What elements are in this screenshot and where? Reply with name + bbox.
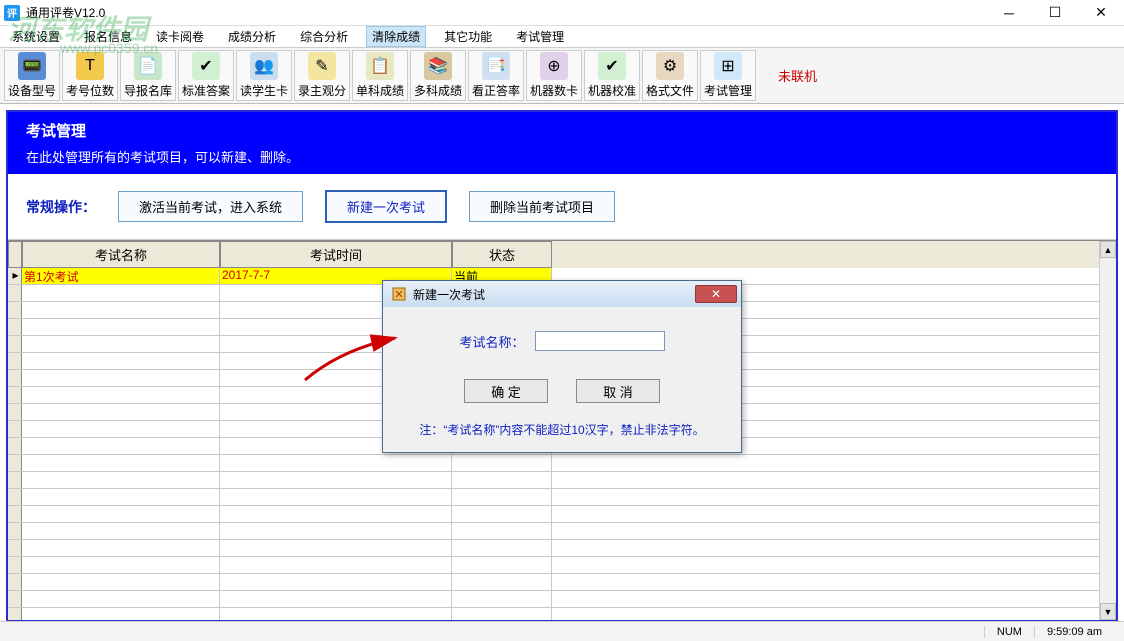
activate-exam-button[interactable]: 激活当前考试，进入系统 [118, 191, 303, 222]
toolbar-label: 机器校准 [588, 82, 636, 99]
toolbar-icon: 👥 [250, 52, 278, 80]
toolbar-button[interactable]: 📚 多科成绩 [410, 50, 466, 101]
toolbar-icon: ⊞ [714, 52, 742, 80]
toolbar-button[interactable]: ✔ 机器校准 [584, 50, 640, 101]
status-num: NUM [984, 626, 1034, 638]
dialog-icon [391, 286, 407, 302]
toolbar-button[interactable]: ⚙ 格式文件 [642, 50, 698, 101]
toolbar-label: 设备型号 [8, 82, 56, 99]
toolbar-label: 考试管理 [704, 82, 752, 99]
toolbar-label: 多科成绩 [414, 82, 462, 99]
grid-scrollbar[interactable]: ▲ ▼ [1099, 241, 1116, 620]
toolbar-label: 看正答率 [472, 82, 520, 99]
new-exam-button[interactable]: 新建一次考试 [325, 190, 447, 223]
app-icon: 评 [4, 5, 20, 21]
toolbar-icon: ✎ [308, 52, 336, 80]
toolbar-button[interactable]: ⊞ 考试管理 [700, 50, 756, 101]
toolbar-icon: 📄 [134, 52, 162, 80]
toolbar-button[interactable]: 📑 看正答率 [468, 50, 524, 101]
toolbar-icon: 📋 [366, 52, 394, 80]
table-row[interactable] [8, 523, 1116, 540]
status-bar: NUM 9:59:09 am [0, 621, 1124, 641]
table-row[interactable] [8, 506, 1116, 523]
menu-item[interactable]: 考试管理 [510, 26, 570, 47]
close-button[interactable]: ✕ [1078, 0, 1124, 26]
status-time: 9:59:09 am [1034, 626, 1114, 638]
table-row[interactable] [8, 489, 1116, 506]
toolbar-button[interactable]: 👥 读学生卡 [236, 50, 292, 101]
ops-label: 常规操作： [26, 197, 96, 217]
toolbar-icon: ✔ [192, 52, 220, 80]
menu-item[interactable]: 读卡阅卷 [150, 26, 210, 47]
toolbar-icon: 📑 [482, 52, 510, 80]
table-row[interactable] [8, 557, 1116, 574]
menu-item[interactable]: 成绩分析 [222, 26, 282, 47]
title-bar: 评 通用评卷V12.0 ─ ☐ ✕ [0, 0, 1124, 26]
toolbar-button[interactable]: ✔ 标准答案 [178, 50, 234, 101]
menu-item[interactable]: 系统设置 [6, 26, 66, 47]
col-time[interactable]: 考试时间 [220, 241, 452, 268]
menu-bar: 系统设置报名信息读卡阅卷成绩分析综合分析清除成绩其它功能考试管理 [0, 26, 1124, 48]
table-row[interactable] [8, 472, 1116, 489]
connection-status: 未联机 [770, 50, 825, 101]
toolbar-icon: ✔ [598, 52, 626, 80]
toolbar-label: 机器数卡 [530, 82, 578, 99]
toolbar-button[interactable]: 📟 设备型号 [4, 50, 60, 101]
menu-item[interactable]: 其它功能 [438, 26, 498, 47]
maximize-button[interactable]: ☐ [1032, 0, 1078, 26]
table-row[interactable] [8, 455, 1116, 472]
toolbar-label: 标准答案 [182, 82, 230, 99]
menu-item[interactable]: 报名信息 [78, 26, 138, 47]
cell-name: 第1次考试 [22, 268, 220, 284]
grid-header: 考试名称 考试时间 状态 [8, 241, 1116, 268]
dialog-close-button[interactable]: ✕ [695, 285, 737, 303]
toolbar-button[interactable]: 📋 单科成绩 [352, 50, 408, 101]
menu-item[interactable]: 综合分析 [294, 26, 354, 47]
exam-name-label: 考试名称： [459, 332, 524, 351]
toolbar-button[interactable]: ✎ 录主观分 [294, 50, 350, 101]
toolbar-label: 读学生卡 [240, 82, 288, 99]
toolbar-button[interactable]: T 考号位数 [62, 50, 118, 101]
dialog-titlebar[interactable]: 新建一次考试 ✕ [383, 281, 741, 307]
table-row[interactable] [8, 591, 1116, 608]
new-exam-dialog: 新建一次考试 ✕ 考试名称： 确 定 取 消 注：“考试名称”内容不能超过10汉… [382, 280, 742, 453]
menu-item[interactable]: 清除成绩 [366, 26, 426, 47]
toolbar-label: 录主观分 [298, 82, 346, 99]
table-row[interactable] [8, 574, 1116, 591]
toolbar: 📟 设备型号 T 考号位数 📄 导报名库 ✔ 标准答案 👥 读学生卡 ✎ 录主观分 📋 单科成绩 📚 多科成绩… [0, 48, 1124, 104]
scroll-up-icon[interactable]: ▲ [1100, 241, 1116, 258]
dialog-ok-button[interactable]: 确 定 [464, 379, 548, 403]
toolbar-icon: T [76, 52, 104, 80]
toolbar-label: 单科成绩 [356, 82, 404, 99]
exam-name-input[interactable] [535, 331, 665, 351]
panel-subtitle: 在此处管理所有的考试项目，可以新建、删除。 [26, 147, 1098, 166]
col-status[interactable]: 状态 [452, 241, 552, 268]
minimize-button[interactable]: ─ [986, 0, 1032, 26]
toolbar-label: 导报名库 [124, 82, 172, 99]
toolbar-label: 考号位数 [66, 82, 114, 99]
toolbar-icon: 📟 [18, 52, 46, 80]
dialog-cancel-button[interactable]: 取 消 [576, 379, 660, 403]
delete-exam-button[interactable]: 删除当前考试项目 [469, 191, 615, 222]
scroll-down-icon[interactable]: ▼ [1100, 603, 1116, 620]
panel-title: 考试管理 [26, 120, 1098, 141]
row-indicator-icon: ▸ [8, 268, 22, 284]
toolbar-button[interactable]: ⊕ 机器数卡 [526, 50, 582, 101]
toolbar-button[interactable]: 📄 导报名库 [120, 50, 176, 101]
dialog-title: 新建一次考试 [413, 286, 485, 303]
table-row[interactable] [8, 608, 1116, 620]
dialog-note: 注：“考试名称”内容不能超过10汉字，禁止非法字符。 [403, 421, 721, 438]
table-row[interactable] [8, 540, 1116, 557]
toolbar-icon: 📚 [424, 52, 452, 80]
window-title: 通用评卷V12.0 [26, 4, 105, 21]
toolbar-icon: ⚙ [656, 52, 684, 80]
toolbar-icon: ⊕ [540, 52, 568, 80]
col-name[interactable]: 考试名称 [22, 241, 220, 268]
toolbar-label: 格式文件 [646, 82, 694, 99]
